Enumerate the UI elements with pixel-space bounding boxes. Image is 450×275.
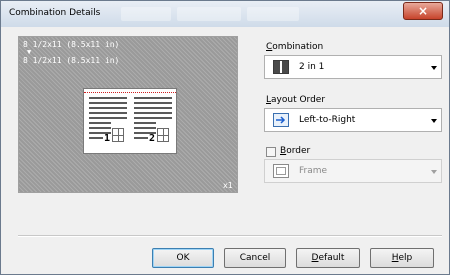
paper-size-output: 8 1/2x11 (8.5x11 in) [23, 56, 120, 65]
border-frame-select[interactable]: Frame [264, 159, 442, 183]
cancel-button[interactable]: Cancel [224, 248, 286, 268]
paper-size-original: 8 1/2x11 (8.5x11 in) [23, 40, 120, 49]
sheet-top-edge [84, 89, 176, 93]
combination-label: Combination [266, 42, 324, 52]
help-button[interactable]: Help [370, 248, 434, 268]
border-frame-value: Frame [299, 166, 328, 176]
close-icon: × [417, 4, 429, 18]
border-label: Border [280, 146, 311, 156]
layout-order-label: Layout Order [266, 95, 326, 105]
frame-icon [273, 164, 289, 178]
preview-sheet: 1 2 [83, 88, 177, 154]
down-arrow-icon: ▼ [27, 48, 32, 56]
chevron-down-icon [431, 66, 437, 70]
page-2-thumbnail-icon [157, 128, 169, 142]
page-2-number: 2 [149, 133, 156, 144]
border-checkbox[interactable] [266, 147, 276, 157]
layout-preview: 8 1/2x11 (8.5x11 in) ▼ 8 1/2x11 (8.5x11 … [18, 36, 238, 193]
chevron-down-icon [431, 119, 437, 123]
title-bar[interactable]: Combination Details × [1, 1, 449, 27]
layout-order-value: Left-to-Right [299, 115, 356, 125]
combination-details-dialog: Combination Details × 8 1/2x11 (8.5x11 i… [0, 0, 450, 275]
title-bar-background-blur [177, 7, 241, 21]
combination-select[interactable]: 2 in 1 [264, 55, 442, 79]
window-title: Combination Details [9, 8, 101, 18]
page-1-thumbnail-icon [112, 128, 124, 142]
page-1-number: 1 [104, 133, 111, 144]
close-button[interactable]: × [403, 2, 443, 20]
combination-value: 2 in 1 [299, 62, 325, 72]
title-bar-background-blur [247, 7, 299, 21]
default-button[interactable]: Default [296, 248, 360, 268]
button-separator [18, 235, 442, 237]
layout-order-select[interactable]: Left-to-Right [264, 108, 442, 132]
chevron-down-icon [431, 170, 437, 174]
arrow-right-icon [273, 113, 289, 127]
title-bar-background-blur [121, 7, 171, 21]
copies-indicator: x1 [223, 181, 233, 190]
ok-button[interactable]: OK [152, 248, 214, 268]
two-up-pages-icon [273, 60, 289, 74]
